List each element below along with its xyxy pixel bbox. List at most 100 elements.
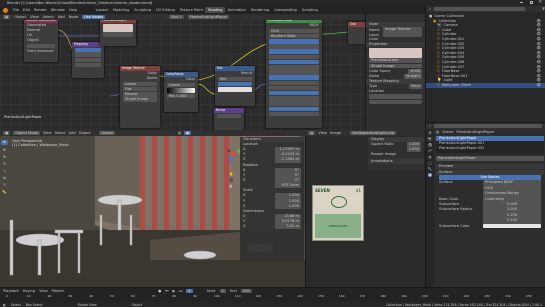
- image-editor[interactable]: Display Aspect Ratio 1.000 1.000 Repeat I…: [305, 130, 425, 287]
- rotation-x-field[interactable]: 0°: [275, 167, 301, 173]
- tab-animation[interactable]: Animation: [225, 7, 248, 13]
- scale-tool-icon[interactable]: ⤡: [3, 169, 6, 173]
- tool-tab-icon[interactable]: ⚙: [428, 131, 431, 135]
- blender-logo-icon[interactable]: [3, 7, 8, 13]
- bump-strength-field[interactable]: [217, 113, 241, 119]
- ramp-mode-select[interactable]: Linear: [167, 82, 195, 88]
- location-z-field[interactable]: -2.1984 m: [275, 157, 301, 163]
- menu-render[interactable]: Render: [32, 6, 49, 14]
- node-material-output[interactable]: Out: [348, 22, 365, 44]
- menu-help[interactable]: Help: [67, 6, 79, 14]
- tab-shading[interactable]: Shading: [205, 7, 226, 13]
- perspective-grid-icon[interactable]: ▦: [229, 184, 233, 188]
- node-image-texture[interactable]: Image Texture Color Alpha Linear Flat Re…: [120, 66, 160, 128]
- menu-image[interactable]: Image: [330, 131, 341, 135]
- dimension-z-field[interactable]: 3.42 m: [275, 224, 301, 230]
- record-icon[interactable]: ●: [158, 289, 161, 293]
- node-bump[interactable]: Bump: [214, 108, 244, 130]
- node-colorramp[interactable]: ColorRamp Color Linear Pos 0.000: [164, 72, 198, 112]
- outliner-item[interactable]: ▽ Wallpaper_Mesh 👁: [426, 82, 545, 88]
- mix-mode-select[interactable]: Mix: [218, 76, 252, 82]
- jump-end-icon[interactable]: ⏭: [179, 289, 182, 293]
- rotate-tool-icon[interactable]: ↻: [3, 162, 6, 166]
- aspect-y-field[interactable]: 1.000: [406, 147, 421, 152]
- repeat-image-checkbox[interactable]: Repeat Image: [368, 152, 424, 157]
- subsurface-method-select[interactable]: Christensen-Burley: [483, 191, 541, 197]
- name-field[interactable]: Image Texture: [383, 27, 422, 32]
- menu-node[interactable]: Node: [69, 15, 78, 19]
- base-color-input[interactable]: [269, 44, 319, 49]
- menu-select[interactable]: Select: [43, 15, 54, 19]
- modifier-tab-icon[interactable]: 🔧: [428, 167, 432, 171]
- menu-view[interactable]: View: [30, 15, 39, 19]
- scale-y-field[interactable]: 1.000: [275, 198, 301, 204]
- from-instancer-checkbox[interactable]: From Instancer: [24, 49, 58, 54]
- mode-select[interactable]: Object Mode: [13, 130, 41, 136]
- outliner-search[interactable]: [434, 7, 525, 11]
- tab-compositing[interactable]: Compositing: [272, 7, 300, 13]
- tab-uv-editing[interactable]: UV Editing: [154, 7, 178, 13]
- node-mapping[interactable]: Mapping: [72, 42, 104, 78]
- subsurface-radius-x[interactable]: 1.000: [483, 207, 541, 213]
- menu-view[interactable]: View: [43, 131, 52, 135]
- tab-sculpting[interactable]: Sculpting: [132, 7, 154, 13]
- start-frame-field[interactable]: 1: [219, 288, 226, 294]
- menu-select[interactable]: Select: [55, 131, 66, 135]
- scene-tab-icon[interactable]: ☍: [428, 149, 432, 153]
- transform-orientation-select[interactable]: Global: [99, 130, 115, 136]
- rotation-mode-select[interactable]: XYZ Euler: [275, 183, 301, 189]
- surface-panel-title[interactable]: Surface: [436, 169, 544, 175]
- material-select[interactable]: PlanksAndLightPaper: [187, 14, 230, 20]
- annotations-panel-title[interactable]: Annotations: [368, 159, 424, 164]
- editor-type-button[interactable]: ▣: [3, 130, 11, 136]
- properties-search[interactable]: [434, 124, 542, 128]
- node-editor[interactable]: PlanksAndLightPaper Texture Coordinate G…: [0, 14, 365, 130]
- preview-panel-title[interactable]: Preview: [436, 163, 544, 169]
- tab-rendering[interactable]: Rendering: [248, 7, 271, 13]
- material-slot-item[interactable]: PlanksAndLightPaper.002: [436, 146, 544, 151]
- node-image-texture-a[interactable]: PlanksAndLight: [100, 18, 136, 46]
- subsurface-radius-z[interactable]: 0.100: [483, 218, 541, 224]
- current-frame-field[interactable]: 1: [186, 288, 193, 294]
- extension-select[interactable]: Repeat: [123, 92, 157, 97]
- menu-object[interactable]: Object: [79, 131, 91, 135]
- timeline-ruler[interactable]: 0 10 20 30 40 50 60 70 80 90 100 110 120 130 140 150 160…: [6, 294, 541, 299]
- subsurface-color-swatch[interactable]: [483, 223, 541, 228]
- editor-type-button[interactable]: ▨: [308, 130, 316, 136]
- minimize-icon[interactable]: [520, 1, 523, 3]
- image-select[interactable]: PlanksAndLight: [369, 58, 422, 63]
- end-frame-field[interactable]: 250: [240, 288, 252, 294]
- close-icon[interactable]: ✕: [538, 0, 542, 5]
- projection-select[interactable]: Flat: [123, 86, 157, 92]
- measure-tool-icon[interactable]: 📏: [2, 190, 6, 194]
- menu-marker[interactable]: Marker: [52, 289, 64, 293]
- editor-type-button[interactable]: ▦: [3, 14, 11, 20]
- menu-view[interactable]: View: [39, 289, 48, 293]
- menu-view[interactable]: View: [318, 131, 327, 135]
- node-mix[interactable]: Mix Result Mix: [215, 66, 255, 106]
- render-tab-icon[interactable]: 📷: [428, 137, 432, 141]
- tab-layout[interactable]: Layout: [93, 7, 110, 13]
- distribution-select[interactable]: GGX: [269, 28, 319, 34]
- scale-x-field[interactable]: 1.000: [275, 193, 301, 199]
- node-principled-bsdf[interactable]: Principled BSDF BSDF GGX Random Walk: [266, 18, 322, 128]
- menu-object[interactable]: Object: [14, 15, 26, 19]
- pan-hand-icon[interactable]: ✋: [229, 172, 233, 176]
- menu-window[interactable]: Window: [49, 6, 67, 14]
- material-select[interactable]: PlanksAndLightPaper: [436, 156, 544, 161]
- material-slot-list[interactable]: PlanksAndLightPaper PlanksAndLightPaper.…: [436, 136, 544, 153]
- mapping-type-select[interactable]: Point: [409, 83, 422, 89]
- subsurface-method-select[interactable]: Random Walk: [269, 33, 319, 39]
- image-canvas[interactable]: SEVEN CERTIFICATE $1: [312, 185, 364, 241]
- node-texture-coordinate[interactable]: Texture Coordinate Generated Normal UV O…: [24, 18, 58, 62]
- zoom-icon[interactable]: ⌕: [229, 166, 233, 170]
- play-icon[interactable]: ▶: [172, 289, 175, 293]
- tab-scripting[interactable]: Scripting: [299, 7, 320, 13]
- interpolation-select[interactable]: Linear: [123, 81, 157, 87]
- shading-material-icon[interactable]: ◉: [183, 130, 192, 136]
- tab-modeling[interactable]: Modeling: [110, 7, 131, 13]
- menu-edit[interactable]: Edit: [21, 6, 32, 14]
- menu-add[interactable]: Add: [58, 15, 65, 19]
- maximize-icon[interactable]: [529, 0, 533, 4]
- color-ramp-bar[interactable]: [167, 87, 195, 93]
